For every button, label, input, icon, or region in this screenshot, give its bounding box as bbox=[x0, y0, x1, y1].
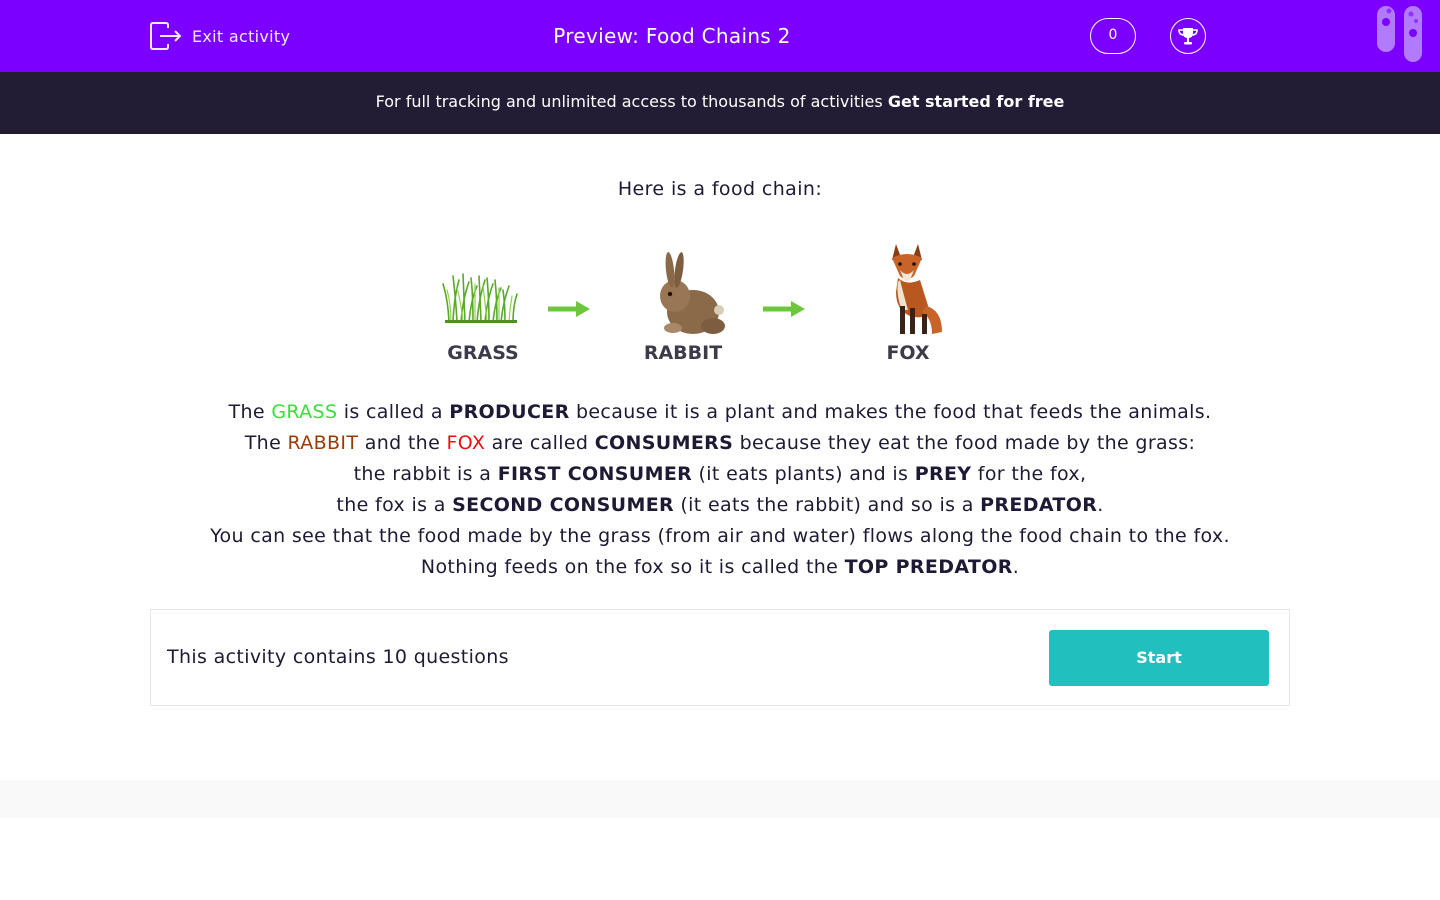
first-consumer-term: FIRST CONSUMER bbox=[497, 463, 693, 485]
predator-term: PREDATOR bbox=[980, 494, 1098, 516]
promo-text: For full tracking and unlimited access t… bbox=[375, 92, 888, 111]
top-bar: Exit activity Preview: Food Chains 2 0 bbox=[0, 0, 1440, 72]
producer-term: PRODUCER bbox=[449, 401, 570, 423]
prey-term: PREY bbox=[914, 463, 972, 485]
text: because it is a plant and makes the food… bbox=[569, 401, 1212, 423]
trophy-button[interactable] bbox=[1170, 18, 1206, 54]
explanation-line-2: The RABBIT and the FOX are called CONSUM… bbox=[0, 428, 1440, 459]
promo-banner: For full tracking and unlimited access t… bbox=[0, 72, 1440, 134]
chain-label-fox: FOX bbox=[886, 342, 930, 364]
chain-item-grass: GRASS bbox=[413, 240, 553, 370]
text: and the bbox=[358, 432, 447, 454]
fox-image bbox=[892, 244, 942, 334]
chain-label-rabbit: RABBIT bbox=[643, 342, 723, 364]
text: is called a bbox=[337, 401, 450, 423]
chain-label-grass: GRASS bbox=[447, 342, 519, 364]
text: The bbox=[244, 432, 288, 454]
start-button[interactable]: Start bbox=[1049, 630, 1269, 686]
footer-strip bbox=[0, 780, 1440, 818]
explanation-line-4: the fox is a SECOND CONSUMER (it eats th… bbox=[0, 490, 1440, 521]
grass-image bbox=[442, 273, 518, 323]
text: the rabbit is a bbox=[353, 463, 498, 485]
explanation-line-3: the rabbit is a FIRST CONSUMER (it eats … bbox=[0, 459, 1440, 490]
food-chain-diagram: GRASS RABBIT FOX bbox=[0, 240, 1440, 370]
rabbit-term: RABBIT bbox=[287, 432, 359, 454]
explanation-line-1: The GRASS is called a PRODUCER because i… bbox=[0, 397, 1440, 428]
chain-item-fox: FOX bbox=[838, 240, 978, 370]
exit-icon bbox=[150, 22, 182, 50]
page-title: Preview: Food Chains 2 bbox=[553, 24, 791, 48]
intro-text: Here is a food chain: bbox=[617, 178, 823, 200]
explanation-line-6: Nothing feeds on the fox so it is called… bbox=[0, 552, 1440, 583]
fox-term: FOX bbox=[446, 432, 486, 454]
consumers-term: CONSUMERS bbox=[594, 432, 734, 454]
text: are called bbox=[485, 432, 595, 454]
arrow-icon bbox=[763, 301, 805, 317]
chain-item-rabbit: RABBIT bbox=[613, 240, 753, 370]
explanation-text: The GRASS is called a PRODUCER because i… bbox=[0, 397, 1440, 583]
score-badge: 0 bbox=[1090, 18, 1136, 54]
text: the fox is a bbox=[336, 494, 453, 516]
text: Nothing feeds on the fox so it is called… bbox=[420, 556, 845, 578]
text: . bbox=[1012, 556, 1020, 578]
text: because they eat the food made by the gr… bbox=[733, 432, 1196, 454]
text: (it eats the rabbit) and so is a bbox=[674, 494, 981, 516]
rabbit-image bbox=[660, 252, 725, 334]
exit-activity-button[interactable]: Exit activity bbox=[150, 18, 290, 54]
trophy-icon bbox=[1178, 28, 1198, 45]
question-count-text: This activity contains 10 questions bbox=[167, 646, 509, 668]
activity-card: This activity contains 10 questions Star… bbox=[150, 609, 1290, 706]
text: (it eats plants) and is bbox=[692, 463, 915, 485]
explanation-line-5: You can see that the food made by the gr… bbox=[210, 525, 1230, 547]
top-predator-term: TOP PREDATOR bbox=[844, 556, 1013, 578]
text: for the fox, bbox=[971, 463, 1087, 485]
text: The bbox=[228, 401, 272, 423]
grass-term: GRASS bbox=[271, 401, 338, 423]
get-started-link[interactable]: Get started for free bbox=[888, 92, 1065, 111]
exit-activity-label: Exit activity bbox=[192, 26, 291, 46]
arrow-icon bbox=[548, 301, 590, 317]
text: . bbox=[1097, 494, 1104, 516]
second-consumer-term: SECOND CONSUMER bbox=[452, 494, 675, 516]
test-tubes-logo bbox=[1377, 6, 1422, 62]
